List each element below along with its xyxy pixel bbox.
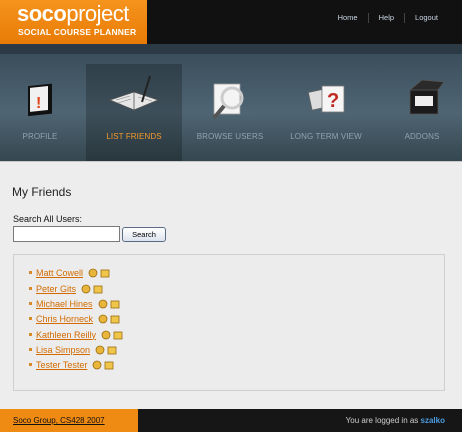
nav-label-list-friends: LIST FRIENDS (106, 132, 162, 141)
top-links: Home Help Logout (328, 13, 448, 23)
help-link[interactable]: Help (367, 13, 404, 23)
cards-question-icon: ? (307, 85, 345, 113)
friend-action-icon[interactable] (92, 360, 102, 370)
nav-item-long-term-view[interactable]: ? LONG TERM VIEW (278, 64, 374, 161)
nav-label-browse-users: BROWSE USERS (196, 132, 264, 141)
friend-link[interactable]: Kathleen Reilly (36, 330, 96, 340)
svg-text:!: ! (36, 95, 41, 112)
page-title: My Friends (12, 185, 72, 199)
folder-icon[interactable] (104, 360, 114, 370)
notebook-pen-icon (108, 75, 160, 111)
folder-icon[interactable] (113, 330, 123, 340)
logo[interactable]: socoproject SOCIAL COURSE PLANNER (0, 0, 147, 44)
nav-label-addons: ADDONS (404, 132, 440, 141)
bullet (29, 287, 32, 290)
folder-icon[interactable] (107, 345, 117, 355)
list-item: Peter Gits (29, 282, 103, 295)
bullet (29, 363, 32, 366)
search-button[interactable]: Search (122, 227, 166, 242)
bullet (29, 333, 32, 336)
bullet (29, 317, 32, 320)
friend-link[interactable]: Tester Tester (36, 360, 87, 370)
friend-link[interactable]: Lisa Simpson (36, 345, 90, 355)
friend-link[interactable]: Michael Hines (36, 299, 93, 309)
svg-text:?: ? (327, 90, 339, 112)
logo-light: project (66, 1, 129, 26)
friend-link[interactable]: Peter Gits (36, 284, 76, 294)
logo-bold: soco (17, 1, 67, 26)
footer-left: Soco Group, CS428 2007 (0, 409, 138, 432)
friend-link[interactable]: Matt Cowell (36, 268, 83, 278)
nav-label-profile: PROFILE (22, 132, 58, 141)
friend-action-icon[interactable] (88, 268, 98, 278)
username[interactable]: szalko (421, 416, 445, 425)
home-link[interactable]: Home (328, 13, 368, 23)
magnifier-icon (212, 83, 244, 120)
friend-link[interactable]: Chris Horneck (36, 314, 93, 324)
folder-icon[interactable] (110, 314, 120, 324)
login-status-prefix: You are logged in as (345, 416, 421, 425)
friend-action-icon[interactable] (95, 345, 105, 355)
login-status: You are logged in as szalko (346, 416, 445, 425)
list-item: Michael Hines (29, 297, 120, 310)
bullet (29, 348, 32, 351)
search-input[interactable] (13, 226, 120, 242)
logo-tagline: SOCIAL COURSE PLANNER (18, 27, 137, 37)
friend-action-icon[interactable] (98, 299, 108, 309)
nav-label-long-term-view: LONG TERM VIEW (290, 132, 362, 141)
copyright-link[interactable]: Soco Group, CS428 2007 (13, 416, 105, 425)
nav-item-list-friends[interactable]: LIST FRIENDS (86, 64, 182, 161)
nav-item-addons[interactable]: ADDONS (374, 64, 462, 161)
folder-icon[interactable] (100, 268, 110, 278)
search-label: Search All Users: (13, 214, 83, 224)
main-content: My Friends Search All Users: Search Matt… (0, 161, 462, 409)
top-header: socoproject SOCIAL COURSE PLANNER Home H… (0, 0, 462, 44)
friend-action-icon[interactable] (101, 330, 111, 340)
logout-link[interactable]: Logout (404, 13, 448, 23)
list-item: Tester Tester (29, 358, 114, 371)
friends-list: Matt Cowell Peter Gits Michael Hines Chr… (13, 254, 445, 391)
logo-text: socoproject (17, 2, 129, 26)
list-item: Kathleen Reilly (29, 328, 123, 341)
friend-action-icon[interactable] (81, 284, 91, 294)
list-item: Lisa Simpson (29, 343, 117, 356)
bullet (29, 302, 32, 305)
addons-box-icon (408, 79, 445, 115)
main-nav: ! PROFILE LIST FRIENDS BROWSE USERS ? LO… (0, 44, 462, 161)
nav-item-browse-users[interactable]: BROWSE USERS (182, 64, 278, 161)
footer: Soco Group, CS428 2007 You are logged in… (0, 409, 462, 432)
list-item: Chris Horneck (29, 312, 120, 325)
friend-action-icon[interactable] (98, 314, 108, 324)
nav-item-profile[interactable]: ! PROFILE (0, 64, 88, 161)
bullet (29, 271, 32, 274)
folder-icon[interactable] (93, 284, 103, 294)
folder-icon[interactable] (110, 299, 120, 309)
list-item: Matt Cowell (29, 266, 110, 279)
profile-book-icon: ! (28, 83, 52, 117)
